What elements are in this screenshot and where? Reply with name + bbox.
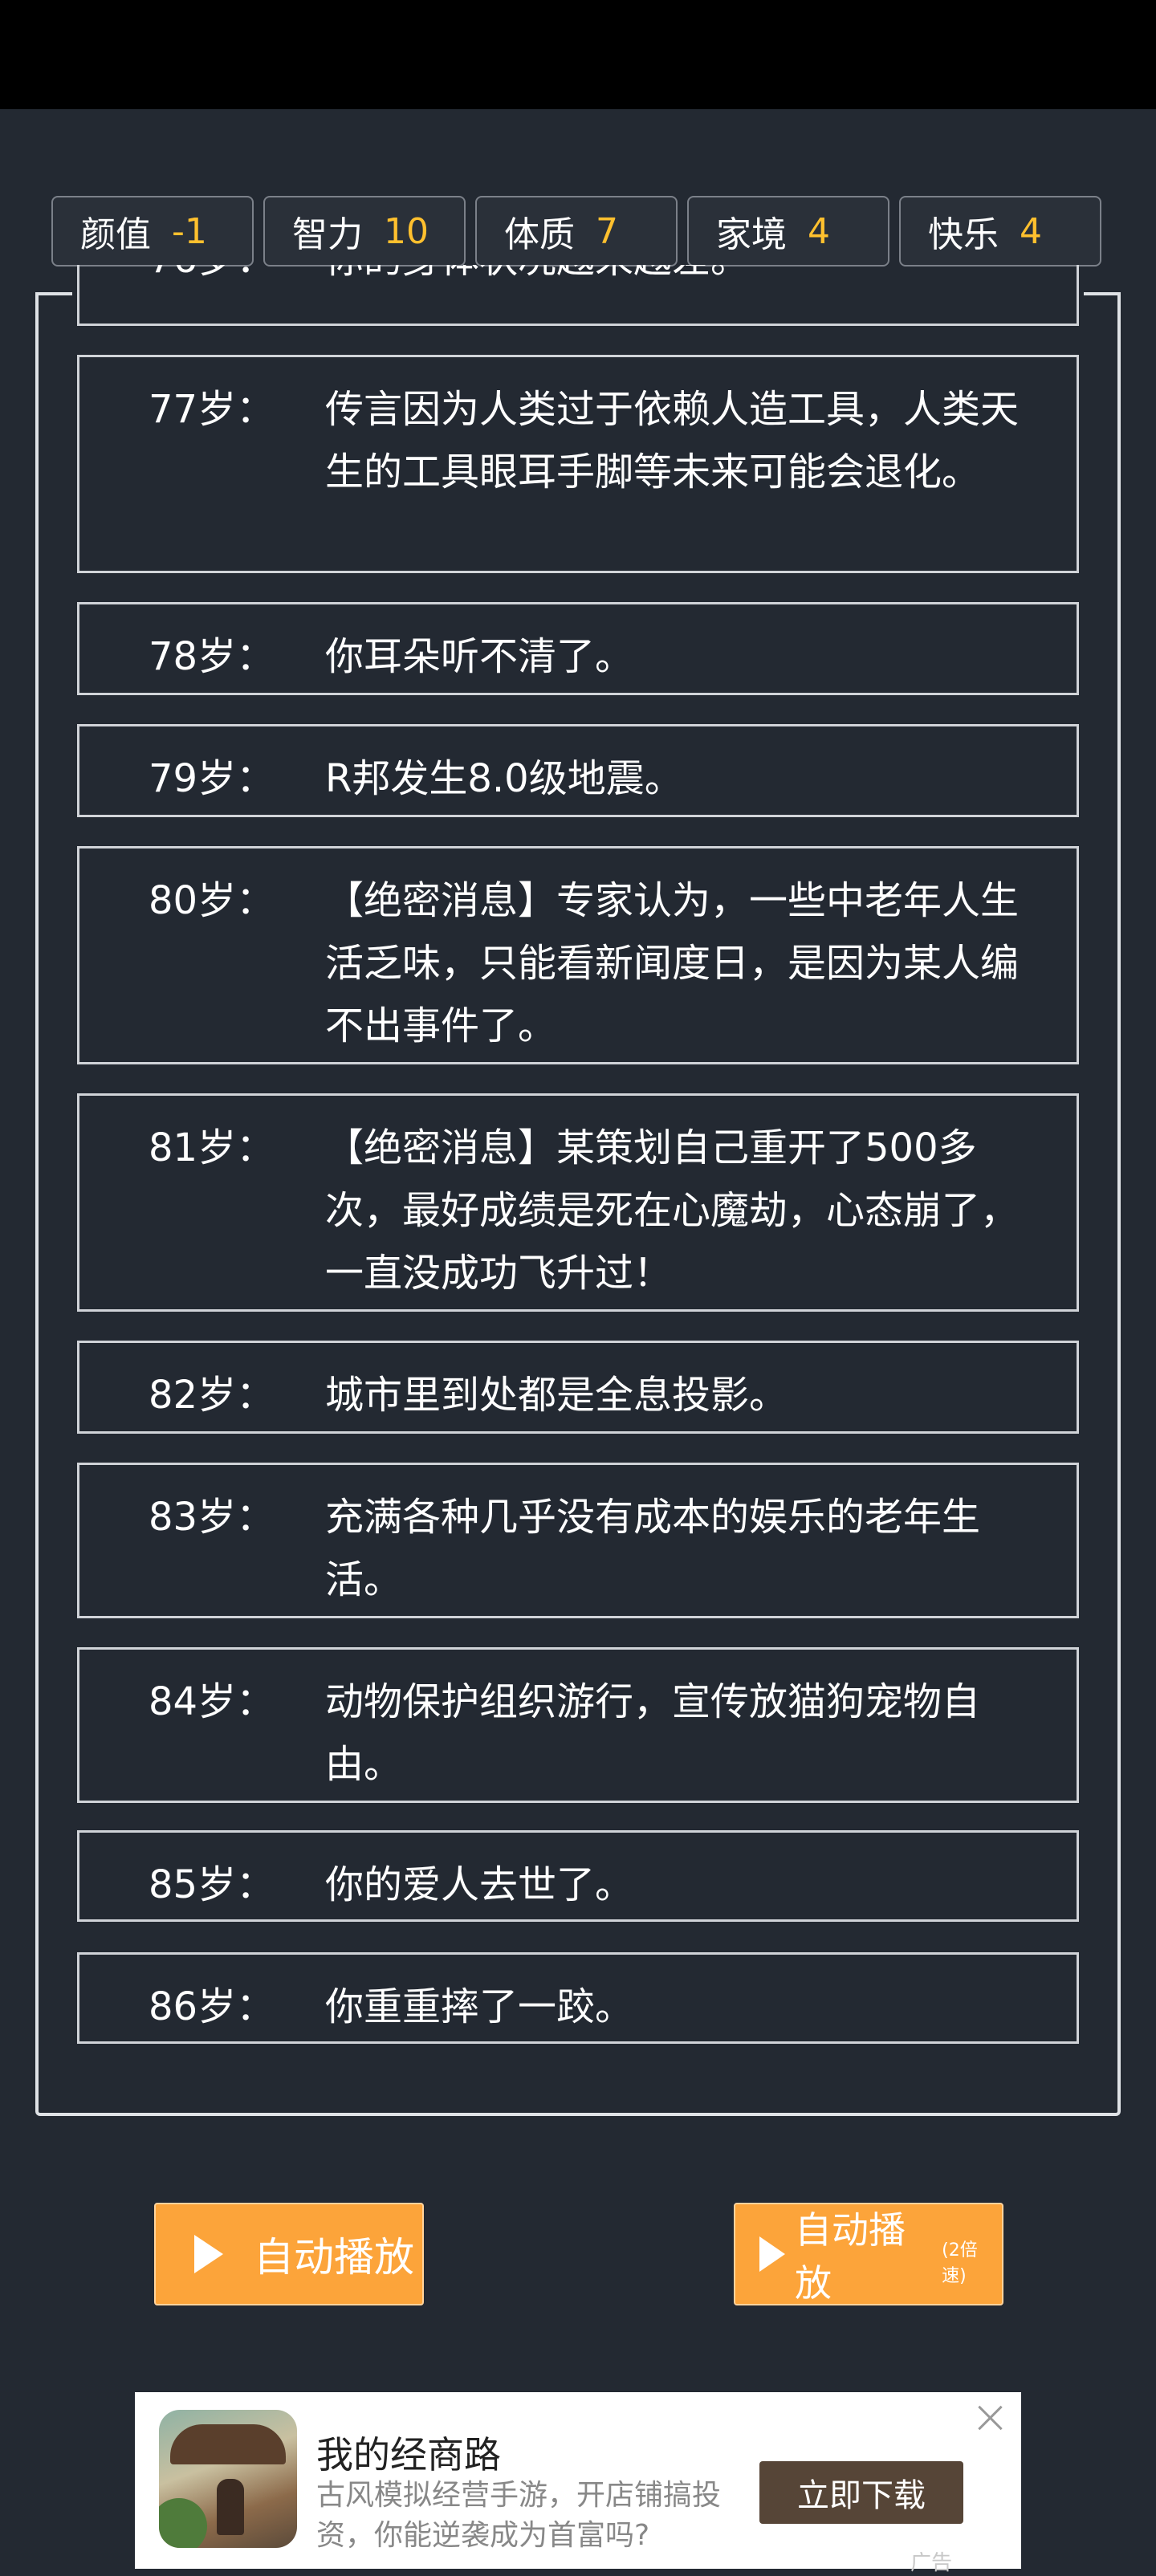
event-row: 84岁： 动物保护组织游行，宣传放猫狗宠物自由。 [77, 1647, 1079, 1803]
stat-appearance: 颜值 -1 [51, 196, 254, 267]
event-text: 充满各种几乎没有成本的娱乐的老年生活。 [325, 1495, 981, 1602]
play-icon [194, 2235, 223, 2273]
event-text: 动物保护组织游行，宣传放猫狗宠物自由。 [325, 1679, 981, 1787]
event-row: 77岁： 传言因为人类过于依赖人造工具，人类天生的工具眼耳手脚等未来可能会退化。 [77, 355, 1079, 573]
ad-art-roof [170, 2424, 286, 2464]
stat-constitution: 体质 7 [475, 196, 678, 267]
event-row: 83岁： 充满各种几乎没有成本的娱乐的老年生活。 [77, 1463, 1079, 1618]
event-row: 86岁： 你重重摔了一跤。 [77, 1952, 1079, 2044]
stat-value: -1 [172, 210, 207, 252]
panel-corner [35, 292, 72, 295]
ad-description: 古风模拟经营手游，开店铺搞投资，你能逆袭成为首富吗? [316, 2479, 722, 2552]
event-age: 80岁： [149, 878, 275, 923]
autoplay-button[interactable]: 自动播放 [154, 2203, 424, 2305]
event-text: 传言因为人类过于依赖人造工具，人类天生的工具眼耳手脚等未来可能会退化。 [325, 387, 1020, 494]
event-text: R邦发生8.0级地震。 [325, 756, 683, 801]
event-age: 78岁： [149, 634, 275, 679]
ad-art-leaves [159, 2498, 207, 2548]
autoplay-label: 自动播放 [254, 2234, 414, 2281]
stat-label: 颜值 [80, 214, 151, 255]
stat-happiness: 快乐 4 [899, 196, 1101, 267]
stat-intelligence: 智力 10 [263, 196, 466, 267]
stat-value: 4 [808, 210, 830, 252]
event-row: 78岁： 你耳朵听不清了。 [77, 602, 1079, 695]
event-age: 83岁： [149, 1495, 275, 1540]
event-age: 77岁： [149, 387, 275, 432]
event-row: 85岁： 你的爱人去世了。 [77, 1830, 1079, 1922]
ad-title: 我的经商路 [316, 2433, 501, 2476]
stat-value: 4 [1020, 210, 1042, 252]
autoplay-2x-button[interactable]: 自动播放 (2倍速) [734, 2203, 1003, 2305]
event-row: 79岁： R邦发生8.0级地震。 [77, 724, 1079, 817]
ad-tag: 广告 [910, 2551, 953, 2575]
event-age: 81岁： [149, 1125, 275, 1170]
ad-app-icon[interactable] [159, 2410, 297, 2548]
speed-label: (2倍速) [942, 2240, 978, 2286]
event-text: 你重重摔了一跤。 [325, 1984, 634, 2029]
event-text: 【绝密消息】某策划自己重开了500多次，最好成绩是死在心魔劫，心态崩了，一直没成… [325, 1125, 1020, 1296]
close-icon[interactable] [975, 2402, 1007, 2434]
event-age: 79岁： [149, 756, 275, 801]
event-age: 84岁： [149, 1679, 275, 1724]
event-text: 【绝密消息】专家认为，一些中老年人生活乏味，只能看新闻度日，是因为某人编不出事件… [325, 878, 1020, 1048]
stats-bar: 颜值 -1 智力 10 体质 7 家境 4 快乐 4 [51, 196, 1105, 268]
event-row: 81岁： 【绝密消息】某策划自己重开了500多次，最好成绩是死在心魔劫，心态崩了… [77, 1093, 1079, 1312]
event-age: 76岁： [149, 265, 275, 291]
event-text: 你的爱人去世了。 [325, 1862, 634, 1907]
stat-label: 智力 [292, 214, 363, 255]
stat-label: 体质 [504, 214, 575, 255]
stat-value: 10 [384, 210, 429, 252]
play-icon [759, 2236, 785, 2272]
event-row: 80岁： 【绝密消息】专家认为，一些中老年人生活乏味，只能看新闻度日，是因为某人… [77, 846, 1079, 1064]
ad-banner[interactable]: 我的经商路 古风模拟经营手游，开店铺搞投资，你能逆袭成为首富吗? 立即下载 [135, 2392, 1021, 2569]
stat-label: 快乐 [928, 214, 999, 255]
ad-download-button[interactable]: 立即下载 [759, 2461, 963, 2524]
event-text: 城市里到处都是全息投影。 [325, 1373, 788, 1418]
event-row: 82岁： 城市里到处都是全息投影。 [77, 1341, 1079, 1434]
ad-art-person [217, 2479, 244, 2535]
event-age: 85岁： [149, 1862, 275, 1907]
event-text: 你的身体状况越来越差。 [325, 265, 749, 291]
stat-family: 家境 4 [687, 196, 889, 267]
stat-value: 7 [596, 210, 618, 252]
event-age: 82岁： [149, 1373, 275, 1418]
stat-label: 家境 [716, 214, 787, 255]
panel-corner [1084, 292, 1121, 295]
event-age: 86岁： [149, 1984, 275, 2029]
event-row: 76岁： 你的身体状况越来越差。 [77, 265, 1079, 326]
status-bar [0, 0, 1156, 109]
event-text: 你耳朵听不清了。 [325, 634, 634, 679]
autoplay-2x-label: 自动播放 [795, 2208, 906, 2305]
